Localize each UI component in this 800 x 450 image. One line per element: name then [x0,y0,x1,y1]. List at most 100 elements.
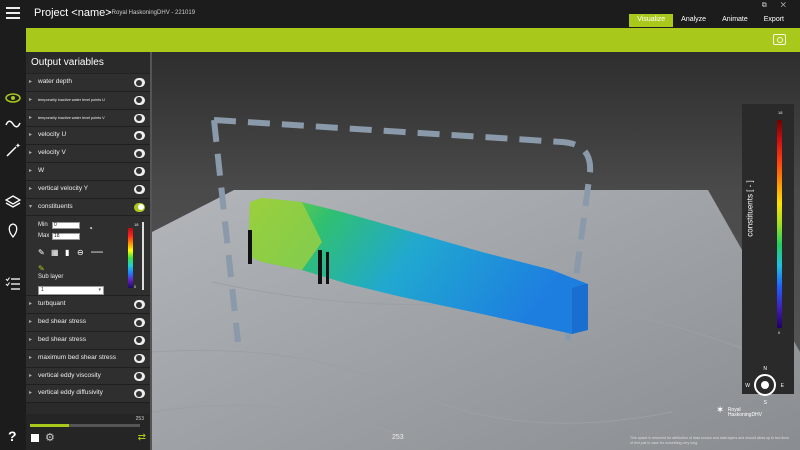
frame-timestamp: 253 [392,434,404,441]
variable-row[interactable]: ▸ velocity U [26,127,150,146]
visibility-toggle[interactable] [134,184,145,194]
scale-max: 18 [134,222,139,228]
chevron-down-icon[interactable]: ▾ [29,203,32,210]
chevron-right-icon[interactable]: ▸ [29,131,32,138]
visibility-toggle[interactable] [134,202,145,212]
loop-icon[interactable]: ⇄ [138,432,146,443]
constituents-settings: Min 0 Max 18 ◔ ✎ ▦ ▮ ⊖ ▬▬ ✎ Sub layer 1 … [26,216,150,297]
panel-footer: 253 ⚙ ⇄ [26,414,150,450]
magic-wand-icon[interactable]: ✦ [5,142,21,158]
location-pin-icon[interactable] [5,222,21,239]
variable-label: temporarily inactive water level points … [38,115,105,120]
svg-text:✦: ✦ [15,142,21,150]
brush-icon[interactable]: ✎ [38,248,45,257]
chevron-right-icon[interactable]: ▸ [29,149,32,156]
tab-animate[interactable]: Animate [714,14,756,27]
visibility-toggle[interactable] [134,389,145,399]
help-icon[interactable]: ? [8,428,17,444]
variable-row[interactable]: ▸ water depth [26,74,150,92]
variable-label: velocity U [38,131,67,139]
visibility-toggle[interactable] [134,371,145,381]
chevron-right-icon[interactable]: ▸ [29,167,32,174]
tab-export[interactable]: Export [756,14,792,27]
variable-row[interactable]: ▾ constituents [26,198,150,217]
project-subtitle: - Royal HaskoningDHV - 221019 [108,10,196,16]
camera-icon[interactable] [773,34,786,45]
visibility-toggle[interactable] [134,318,145,328]
wave-icon[interactable] [5,116,21,132]
visibility-toggle[interactable] [134,95,145,105]
variable-label: bed shear stress [38,335,87,343]
gear-icon[interactable]: ⚙ [45,431,55,444]
variable-row[interactable]: ▸ velocity V [26,145,150,163]
variable-row[interactable]: ▸ vertical eddy diffusivity [26,385,150,404]
min-label: Min [38,222,48,229]
variable-label: W [38,166,45,174]
tab-visualize[interactable]: Visualize [629,14,674,27]
scale-min: 0 [134,284,137,290]
main-tabs: Visualize Analyze Animate Export [629,14,792,27]
sub-layer-select[interactable]: 1 ▾ [38,286,104,296]
max-input[interactable]: 18 [52,233,80,241]
panel-title: Output variables [26,52,150,74]
visibility-toggle[interactable] [134,78,145,87]
variable-label: temporarily inactive water level points … [38,97,105,102]
chevron-right-icon[interactable]: ▸ [29,336,32,343]
visibility-toggle[interactable] [134,113,145,123]
frame-number: 253 [135,416,144,422]
chevron-right-icon[interactable]: ▸ [29,389,32,396]
project-title: Project <name> [34,7,112,19]
compass-icon[interactable] [754,374,776,396]
progress-fill [30,424,69,427]
grid-icon[interactable]: ▦ [51,248,59,257]
variable-row[interactable]: ▸ W [26,162,150,181]
logo-line-2: HaskoningDHV [727,412,762,418]
min-input[interactable]: 0 [52,222,80,230]
gauge-icon[interactable]: ◔ [88,224,93,233]
legend: constituents [ - ] 18 0 [742,104,794,394]
chevron-right-icon[interactable]: ▸ [29,114,32,121]
sub-layer-label: Sub layer [38,274,64,281]
sub-layer-value: 1 [41,287,44,294]
variable-label: constituents [38,202,73,210]
hamburger-menu-icon[interactable] [6,7,20,19]
visibility-toggle[interactable] [134,300,145,310]
visibility-toggle[interactable] [134,131,145,141]
chevron-right-icon[interactable]: ▸ [29,372,32,379]
chevron-right-icon[interactable]: ▸ [29,185,32,192]
chevron-right-icon[interactable]: ▸ [29,354,32,361]
panel-scrollbar[interactable] [142,222,144,291]
chevron-right-icon[interactable]: ▸ [29,96,32,103]
variable-row[interactable]: ▸ vertical eddy viscosity [26,367,150,386]
visibility-toggle[interactable] [134,166,145,176]
variable-row[interactable]: ▸ vertical velocity Y [26,180,150,199]
window-controls-icon[interactable]: ⧉ ✕ [762,2,792,10]
variable-row[interactable]: ▸ temporarily inactive water level points… [26,91,150,110]
contour-icon[interactable]: ⊖ [77,248,84,257]
visibility-toggle[interactable] [134,335,145,345]
compass-west: W [745,383,750,389]
variable-row[interactable]: ▸ bed shear stress [26,314,150,332]
tab-analyze[interactable]: Analyze [673,14,714,27]
compass-south: S [763,400,767,406]
picker-icon[interactable]: ✎ [38,264,45,273]
layers-icon[interactable] [4,194,22,210]
signal-bars-icon[interactable]: ▮ [65,248,69,257]
eye-icon[interactable] [5,90,21,106]
color-slider-icon[interactable]: ▬▬ [91,249,103,255]
chevron-right-icon[interactable]: ▸ [29,318,32,325]
visibility-toggle[interactable] [134,149,145,159]
chevron-right-icon[interactable]: ▸ [29,78,32,85]
variable-list: ▸ water depth ▸ temporarily inactive water … [26,74,150,217]
time-progress-bar[interactable] [30,424,140,427]
variable-label: vertical velocity Y [38,184,89,192]
stop-icon[interactable] [31,434,39,442]
variable-row[interactable]: ▸ maximum bed shear stress [26,349,150,368]
variable-row[interactable]: ▸ temporarily inactive water level points… [26,109,150,128]
variable-row[interactable]: ▸ turbquant [26,296,150,315]
visibility-toggle[interactable] [134,353,145,363]
chevron-right-icon[interactable]: ▸ [29,300,32,307]
checklist-icon[interactable] [5,276,21,292]
variable-row[interactable]: ▸ bed shear stress [26,331,150,350]
map-viewport[interactable]: constituents [ - ] 18 0 N S E W ✶ Royal … [152,52,800,450]
